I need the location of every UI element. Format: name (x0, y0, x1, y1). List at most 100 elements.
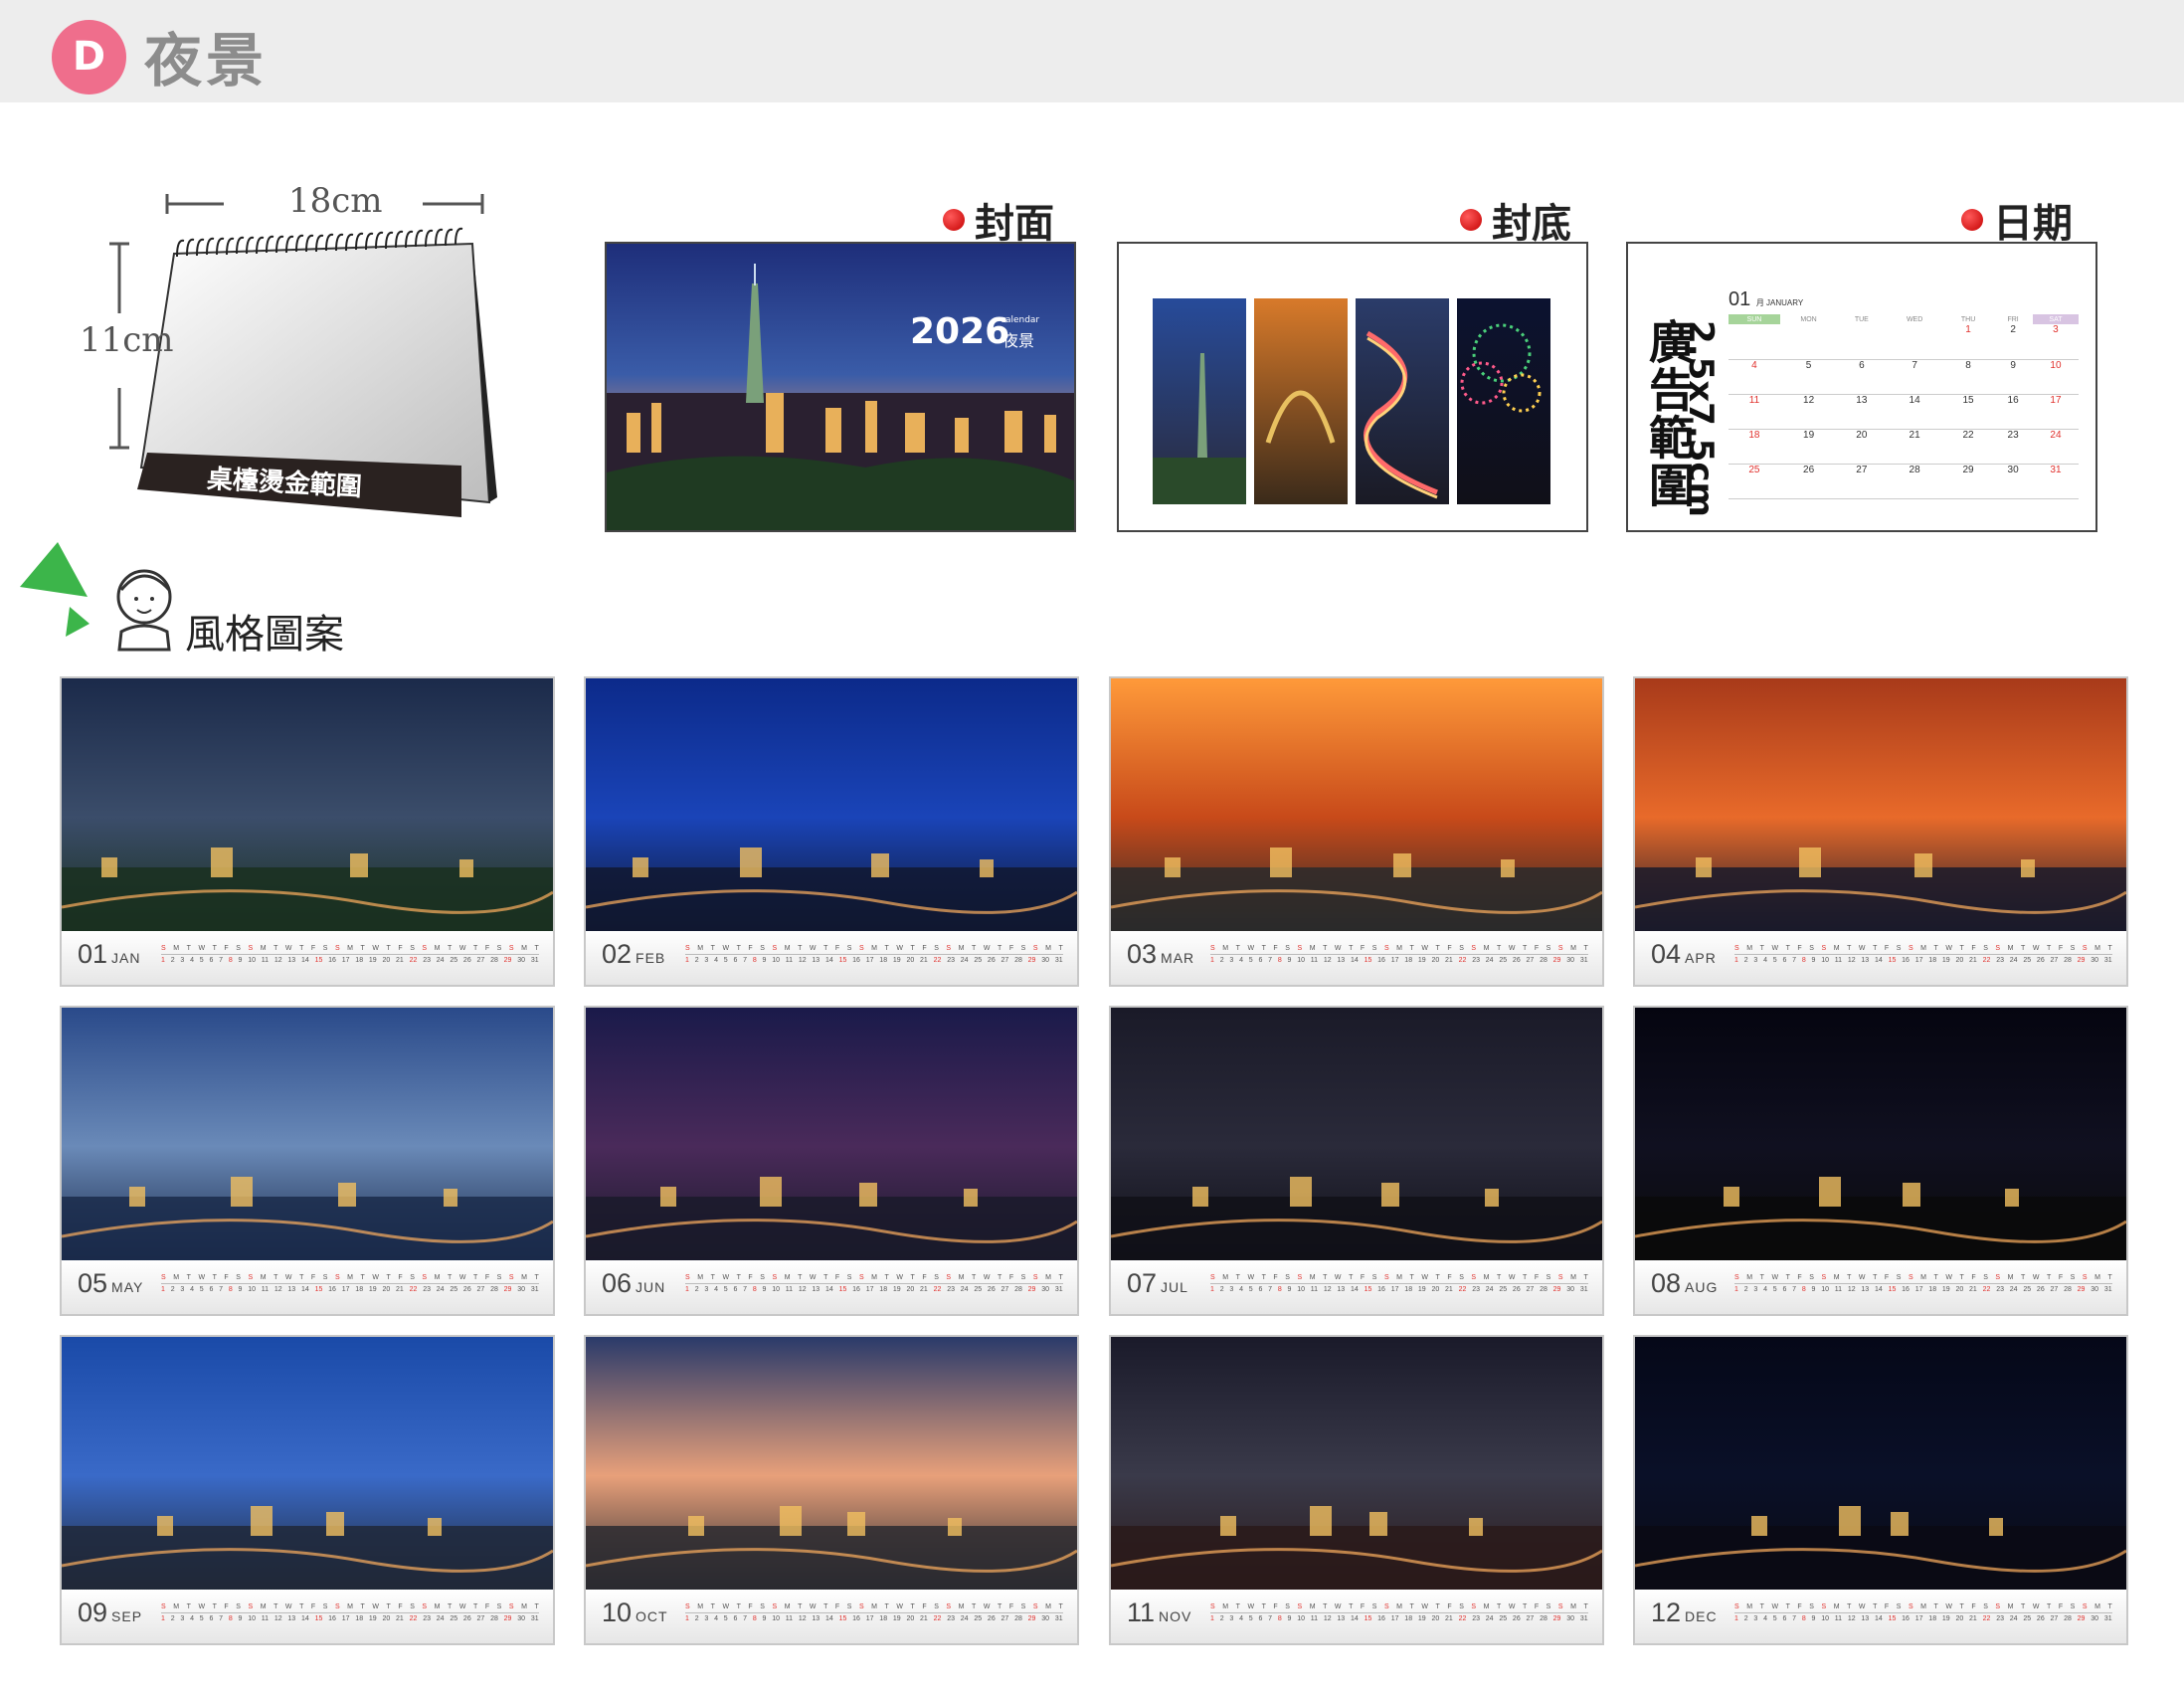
month-photo (586, 1008, 1077, 1260)
month-photo (62, 1008, 553, 1260)
mini-calendar: SMTWTFSSMTWTFSSMTWTFSSMTWTFSSMT123456789… (161, 945, 539, 964)
month-card: 02 FEB S M T W T F S S M T W T F S S M T W T F S S M T W T F S S M T 1 2 3 4… (584, 676, 1079, 987)
month-card: 12 DEC S M T W T F S S M T W T F S S M T W T F S S M T W T F S S M T 1 2 3 4… (1633, 1335, 2128, 1645)
month-number-text: 08 (1651, 1268, 1682, 1298)
month-number: 06 JUN (602, 1268, 665, 1299)
mini-calendar: SMTWTFSSMTWTFSSMTWTFSSMTWTFSSMT123456789… (685, 1274, 1063, 1293)
month-number-text: 09 (78, 1598, 108, 1627)
mini-calendar: SMTWTFSSMTWTFSSMTWTFSSMTWTFSSMT123456789… (685, 945, 1063, 964)
month-card: 01 JAN S M T W T F S S M T W T F S S M T W T F S S M T W T F S S M T 1 2 3 4… (60, 676, 555, 987)
month-photo (62, 678, 553, 931)
month-name: MAY (111, 1279, 144, 1295)
red-dot-icon (943, 209, 965, 231)
month-number: 02 FEB (602, 939, 665, 970)
section-badge: D (52, 20, 126, 94)
calendar-week: 11 12 13 14 15 16 17 (1729, 394, 2079, 430)
calendar-month-heading: 01 月 JANUARY (1729, 288, 1804, 310)
month-number: 03 MAR (1127, 939, 1194, 970)
month-number-text: 07 (1127, 1268, 1158, 1298)
cover-small-text: calendar (1001, 315, 1040, 325)
month-number: 01 JAN (78, 939, 141, 970)
month-name: MAR (1161, 950, 1195, 966)
cover-panel: 2026 calendar 夜景 (605, 242, 1076, 532)
month-card: 11 NOV S M T W T F S S M T W T F S S M T W T F S S M T W T F S S M T 1 2 3 4… (1109, 1335, 1604, 1645)
month-name: JAN (111, 950, 141, 966)
red-dot-icon (1961, 209, 1983, 231)
mini-calendar: SMTWTFSSMTWTFSSMTWTFSSMTWTFSSMT123456789… (1734, 945, 2112, 964)
mini-calendar: SMTWTFSSMTWTFSSMTWTFSSMTWTFSSMT123456789… (161, 1603, 539, 1622)
mini-calendar: SMTWTFSSMTWTFSSMTWTFSSMTWTFSSMT123456789… (1210, 1274, 1588, 1293)
red-dot-icon (1460, 209, 1482, 231)
page-title: 夜景 (144, 27, 269, 94)
mini-calendar: SMTWTFSSMTWTFSSMTWTFSSMTWTFSSMT123456789… (1210, 945, 1588, 964)
month-name: JUL (1161, 1279, 1188, 1295)
month-photo (586, 678, 1077, 931)
width-label: 18cm (288, 181, 383, 221)
month-number-text: 10 (602, 1598, 633, 1627)
style-section-heading: 風格圖案 (10, 542, 368, 658)
month-name: JUN (636, 1279, 666, 1295)
calendar-week: 123 (1729, 324, 2079, 360)
month-number: 07 JUL (1127, 1268, 1188, 1299)
month-photo (1111, 678, 1602, 931)
month-number: 08 AUG (1651, 1268, 1718, 1299)
month-name: NOV (1159, 1608, 1192, 1624)
month-number-text: 04 (1651, 939, 1682, 969)
height-label: 11cm (80, 320, 174, 360)
january-calendar: 01 月 JANUARY SUN MON TUE WED THU FRI SAT… (1729, 288, 2079, 507)
date-label: 日期 (1961, 191, 2073, 249)
mini-calendar: SMTWTFSSMTWTFSSMTWTFSSMTWTFSSMT123456789… (161, 1274, 539, 1293)
month-card: 07 JUL S M T W T F S S M T W T F S S M T W T F S S M T W T F S S M T 1 2 3 4… (1109, 1006, 1604, 1316)
month-name: OCT (636, 1608, 668, 1624)
month-photo (1635, 678, 2126, 931)
month-number-text: 01 (78, 939, 108, 969)
calendar-week: 18 19 20 21 22 23 24 (1729, 429, 2079, 465)
month-card: 03 MAR S M T W T F S S M T W T F S S M T W T F S S M T W T F S S M T 1 2 3 4… (1109, 676, 1604, 987)
back-panel (1117, 242, 1588, 532)
style-section-title: 風格圖案 (185, 612, 344, 658)
month-photo (1635, 1008, 2126, 1260)
month-photo (1111, 1008, 1602, 1260)
month-photo (62, 1337, 553, 1590)
calendar-grid: SUN MON TUE WED THU FRI SAT 123 4 5 6 7 8 9 10… (1729, 314, 2079, 499)
month-card: 06 JUN S M T W T F S S M T W T F S S M T W T F S S M T W T F S S M T 1 2 3 4… (584, 1006, 1079, 1316)
month-number-text: 06 (602, 1268, 633, 1298)
back-label: 封底 (1460, 191, 1571, 249)
cover-label: 封面 (943, 191, 1054, 249)
month-card: 08 AUG S M T W T F S S M T W T F S S M T W T F S S M T W T F S S M T 1 2 3 4… (1633, 1006, 2128, 1316)
mini-calendar: SMTWTFSSMTWTFSSMTWTFSSMTWTFSSMT123456789… (1734, 1274, 2112, 1293)
desk-calendar-illustration: 18cm 11cm 桌檯燙金範圍 (80, 169, 517, 537)
month-number-text: 02 (602, 939, 633, 969)
mini-calendar: SMTWTFSSMTWTFSSMTWTFSSMTWTFSSMT123456789… (1734, 1603, 2112, 1622)
month-number: 04 APR (1651, 939, 1717, 970)
doodle-girl-icon (20, 542, 172, 652)
calendar-week: 25 26 27 28 29 30 31 (1729, 464, 2079, 499)
month-number-text: 03 (1127, 939, 1158, 969)
month-number: 11 NOV (1127, 1598, 1191, 1628)
mini-calendar: SMTWTFSSMTWTFSSMTWTFSSMTWTFSSMT123456789… (685, 1603, 1063, 1622)
month-photo (586, 1337, 1077, 1590)
month-number-text: 05 (78, 1268, 108, 1298)
mini-calendar: SMTWTFSSMTWTFSSMTWTFSSMTWTFSSMT123456789… (1210, 1603, 1588, 1622)
month-number: 12 DEC (1651, 1598, 1718, 1628)
month-card: 10 OCT S M T W T F S S M T W T F S S M T W T F S S M T W T F S S M T 1 2 3 4… (584, 1335, 1079, 1645)
month-photo (1635, 1337, 2126, 1590)
cover-year: 2026 (910, 311, 1010, 352)
month-name: APR (1685, 950, 1717, 966)
month-number-text: 11 (1127, 1598, 1156, 1627)
cover-photo (607, 244, 1074, 530)
month-card: 04 APR S M T W T F S S M T W T F S S M T W T F S S M T W T F S S M T 1 2 3 4… (1633, 676, 2128, 987)
month-name: SEP (111, 1608, 143, 1624)
page-header: D 夜景 (0, 0, 2184, 102)
month-number-text: 12 (1651, 1598, 1682, 1627)
month-photo (1111, 1337, 1602, 1590)
ad-size-label: 2.5x7.5cm (1681, 320, 1721, 517)
month-name: DEC (1685, 1608, 1718, 1624)
month-number: 10 OCT (602, 1598, 668, 1628)
month-name: AUG (1685, 1279, 1719, 1295)
month-number: 09 SEP (78, 1598, 142, 1628)
calendar-week: 4 5 6 7 8 9 10 (1729, 359, 2079, 395)
month-number: 05 MAY (78, 1268, 143, 1299)
cover-name: 夜景 (1002, 331, 1035, 350)
back-photos (1153, 298, 1550, 504)
